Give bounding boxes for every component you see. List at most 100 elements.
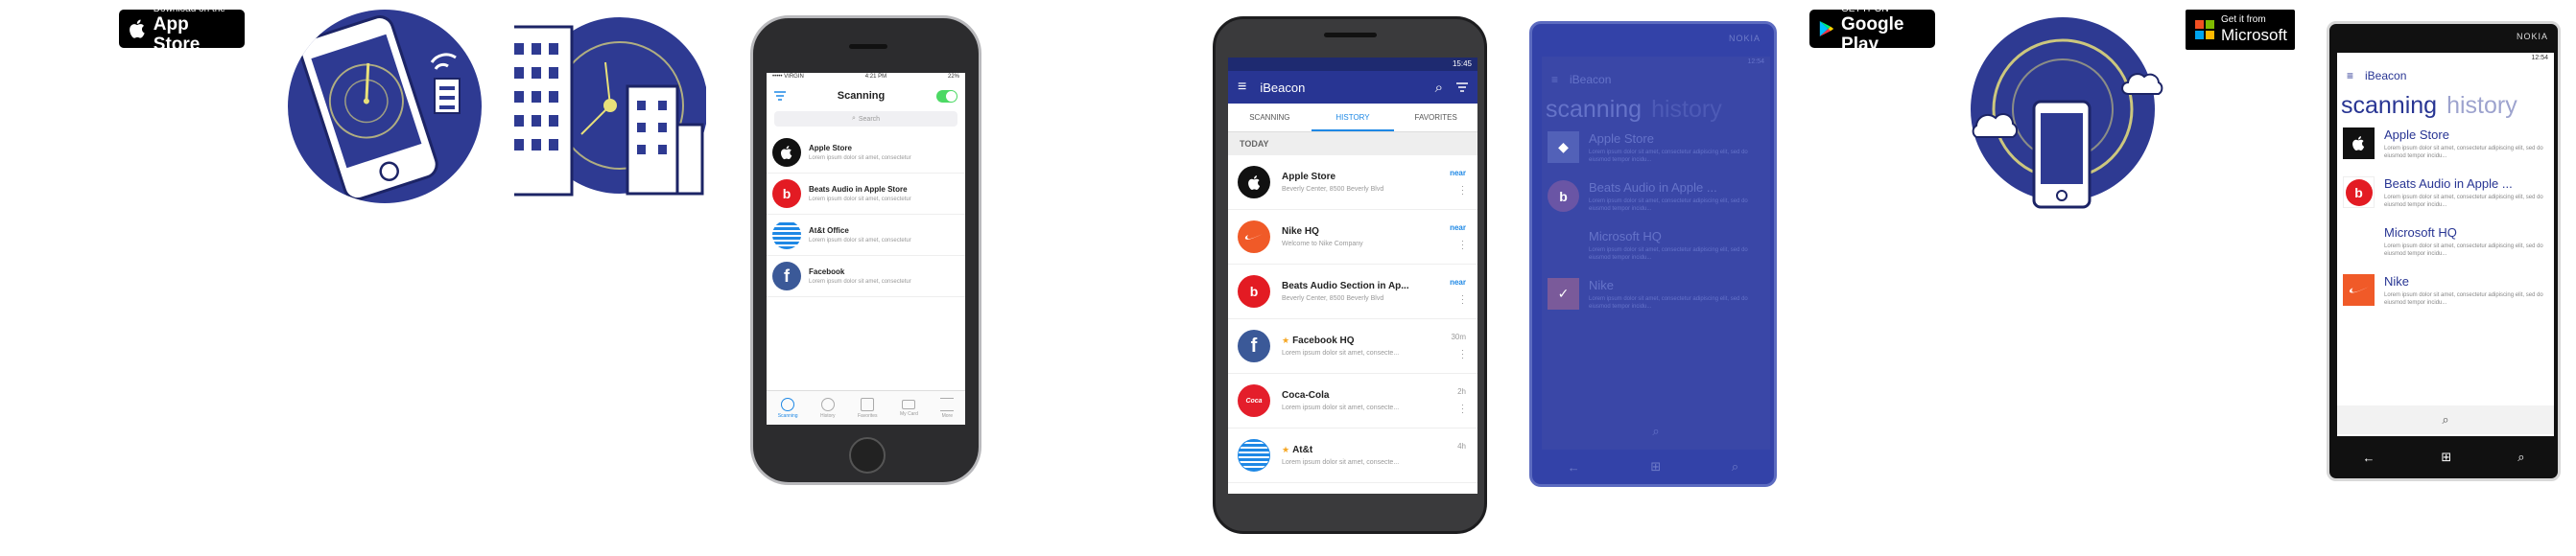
app-store-badge[interactable]: Download on the App Store [119, 4, 245, 55]
search-icon[interactable]: ⌕ [1732, 459, 1738, 475]
radar-icon [781, 397, 795, 411]
list-item-subtitle: Lorem ipsum dolor sit amet, consectetur … [1589, 296, 1748, 310]
pivot-scanning[interactable]: scanning [2341, 92, 2437, 119]
list-item-title: Microsoft HQ [1589, 229, 1662, 243]
list-item[interactable]: Apple Store Lorem ipsum dolor sit amet, c… [2337, 124, 2554, 173]
windows-icon[interactable]: ⊞ [2441, 450, 2451, 465]
tab-favorites[interactable]: Favorites [857, 397, 878, 419]
apple-icon [772, 138, 801, 167]
scanning-toggle[interactable] [935, 89, 957, 103]
list-item[interactable]: f ★ Facebook HQ Lorem ipsum dolor sit amet… [1228, 319, 1477, 374]
list-item[interactable]: Apple Store Beverly Center, 8500 Beverly … [1228, 155, 1477, 210]
star-icon: ★ [1282, 336, 1290, 345]
list-item-title: Beats Audio in Apple Store [809, 185, 908, 194]
list-item-title: Nike [1589, 278, 1615, 292]
list-item[interactable]: b Beats Audio in Apple ... Lorem ipsum do… [1542, 176, 1770, 225]
apple-icon [2343, 127, 2375, 159]
tab-label: Favorites [857, 412, 878, 419]
list-item-subtitle: Lorem ipsum dolor sit amet, consecte... [1282, 350, 1400, 357]
menu-icon[interactable]: ≡ [2347, 69, 2353, 82]
overflow-icon[interactable]: · · · [1461, 346, 1464, 362]
ios-battery: 22% [947, 74, 959, 80]
list-item[interactable]: Apple Store Lorem ipsum dolor sit amet, c… [767, 132, 965, 174]
list-item[interactable]: f Facebook Lorem ipsum dolor sit amet, co… [767, 256, 965, 297]
list-item-title: Beats Audio in Apple ... [2384, 176, 2513, 191]
list-item[interactable]: ✓ Nike Lorem ipsum dolor sit amet, consec… [1542, 274, 1770, 323]
clock-icon [820, 397, 835, 411]
search-icon[interactable]: ⌕ [1652, 424, 1659, 439]
list-item[interactable]: b Beats Audio in Apple ... Lorem ipsum do… [2337, 173, 2554, 221]
pivot-history[interactable]: history [1651, 96, 1722, 123]
list-item[interactable]: ◆ Apple Store Lorem ipsum dolor sit amet,… [1542, 127, 1770, 176]
android-screen: 15:45 ≡ iBeacon ⌕ SCANNING HISTORY FAVOR… [1228, 58, 1477, 494]
list-item[interactable]: b Beats Audio in Apple Store Lorem ipsum … [767, 174, 965, 215]
tab-label: History [819, 412, 836, 419]
tab-more[interactable]: More [940, 397, 955, 419]
wp-time: 12:54 [1747, 58, 1764, 65]
ios-search-input[interactable]: ⌕ Search [774, 111, 957, 127]
ios-time: 4:21 PM [864, 74, 887, 80]
list-item[interactable]: Nike HQ Welcome to Nike Company near · · · [1228, 210, 1477, 265]
list-item-subtitle: Lorem ipsum dolor sit amet, consecte... [1282, 459, 1400, 466]
ios-tab-bar: Scanning History Favorites My Card More [767, 390, 965, 425]
tab-favorites[interactable]: FAVORITES [1394, 104, 1477, 131]
facebook-icon: f [1238, 330, 1270, 362]
pivot-history[interactable]: history [2446, 92, 2517, 119]
list-item[interactable]: Microsoft HQ Lorem ipsum dolor sit amet, … [1542, 225, 1770, 274]
search-icon[interactable]: ⌕ [1435, 80, 1443, 96]
proximity-label: 30m [1451, 333, 1466, 341]
filter-icon[interactable] [774, 91, 786, 101]
list-item[interactable]: Nike Lorem ipsum dolor sit amet, consecte… [2337, 270, 2554, 319]
list-item-title: Beats Audio Section in Ap... [1282, 281, 1409, 291]
beats-icon: b [772, 179, 801, 208]
list-item[interactable]: b Beats Audio Section in Ap... Beverly Ce… [1228, 265, 1477, 319]
list-item-subtitle: Lorem ipsum dolor sit amet, consectetur … [1589, 150, 1748, 163]
menu-icon[interactable]: ≡ [1551, 73, 1558, 86]
list-item-subtitle: Lorem ipsum dolor sit amet, consectetur … [2384, 195, 2543, 208]
list-item-subtitle: Welcome to Nike Company [1282, 241, 1363, 247]
search-icon[interactable]: ⌕ [2517, 450, 2524, 465]
overflow-icon[interactable]: · · · [1461, 401, 1464, 417]
tab-scanning[interactable]: SCANNING [1228, 104, 1312, 131]
tab-history[interactable]: History [819, 397, 836, 419]
tab-my-card[interactable]: My Card [899, 399, 918, 417]
home-button[interactable] [849, 437, 886, 474]
pivot-scanning[interactable]: scanning [1546, 96, 1642, 123]
list-item[interactable]: Coca Coca-Cola Lorem ipsum dolor sit amet… [1228, 374, 1477, 429]
filter-icon[interactable] [1456, 82, 1468, 92]
nokia-brand: NOKIA [1728, 34, 1761, 43]
list-item[interactable]: Microsoft HQ Lorem ipsum dolor sit amet, … [2337, 221, 2554, 270]
list-item-title: Apple Store [2384, 127, 2449, 142]
microsoft-badge-big: Microsoft [2221, 26, 2287, 44]
list-item[interactable]: At&t Office Lorem ipsum dolor sit amet, c… [767, 215, 965, 256]
wp-blue-screen: 12:54 ≡ iBeacon scanning history ◆ Apple … [1542, 57, 1770, 450]
search-icon[interactable]: ⌕ [2442, 412, 2448, 428]
proximity-label: near [1450, 169, 1466, 177]
back-icon[interactable]: ← [2362, 451, 2375, 465]
overflow-icon[interactable]: · · · [1461, 182, 1464, 198]
tab-history[interactable]: HISTORY [1311, 104, 1395, 131]
proximity-label: near [1450, 223, 1466, 232]
list-item[interactable]: ★ At&t Lorem ipsum dolor sit amet, consect… [1228, 429, 1477, 483]
menu-icon[interactable]: ≡ [1238, 79, 1246, 96]
back-icon[interactable]: ← [1568, 460, 1580, 475]
microsoft-badge-small: Get it from [2221, 14, 2266, 25]
star-icon: ★ [1282, 445, 1290, 454]
windows-icon[interactable]: ⊞ [1650, 459, 1661, 475]
android-speaker [1324, 33, 1377, 37]
tab-scanning[interactable]: Scanning [778, 397, 798, 419]
menu-icon [940, 397, 955, 411]
google-play-badge[interactable]: GET IT ON Google Play [1809, 4, 1935, 55]
android-app-title: iBeacon [1260, 80, 1306, 95]
list-item-title: At&t [1292, 445, 1313, 455]
tab-label: My Card [899, 410, 918, 417]
wp-app-bar: ≡ iBeacon [1542, 68, 1770, 91]
microsoft-icon [1548, 229, 1579, 261]
google-play-badge-small: GET IT ON [1841, 3, 1889, 14]
coca-cola-icon: Coca [1238, 384, 1270, 417]
overflow-icon[interactable]: · · · [1461, 237, 1464, 253]
facebook-icon: f [772, 262, 801, 290]
overflow-icon[interactable]: · · · [1461, 291, 1464, 308]
microsoft-badge[interactable]: Get it from Microsoft [2186, 10, 2295, 50]
google-play-icon [1819, 20, 1834, 37]
